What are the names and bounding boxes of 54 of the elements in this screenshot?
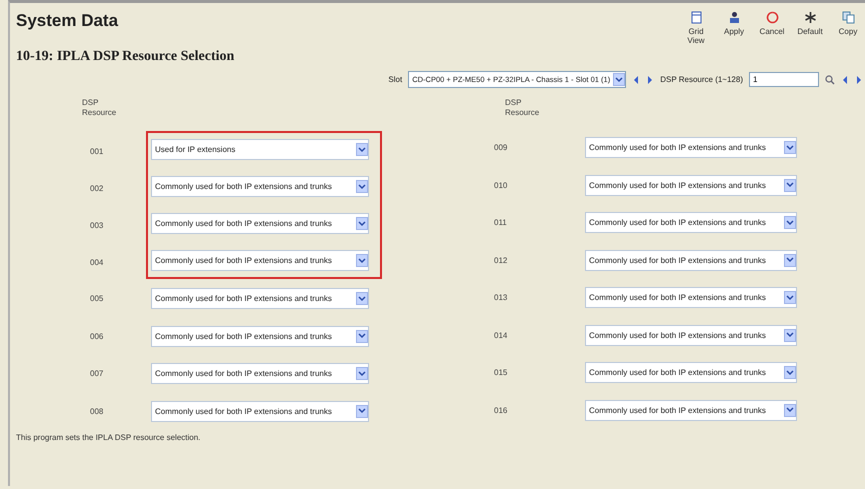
resource-label: DSP Resource (1~128): [660, 75, 743, 84]
resource-number: 014: [493, 330, 508, 340]
resource-number: 008: [89, 406, 104, 416]
resource-dropdown[interactable]: Commonly used for both IP extensions and trunks: [151, 288, 369, 309]
resource-number: 005: [89, 294, 104, 303]
resource-number: 013: [493, 293, 508, 302]
resource-number: 004: [90, 258, 104, 267]
asterisk-icon: [804, 11, 816, 24]
resource-dropdown[interactable]: Commonly used for both IP extensions and trunks: [585, 400, 797, 420]
search-icon[interactable]: [825, 74, 835, 84]
program-title: 10-19: IPLA DSP Resource Selection: [16, 49, 236, 65]
description-text: This program sets the IPLA DSP resource selection.: [16, 433, 202, 442]
stamp-icon: [728, 11, 740, 24]
resource-number: 016: [493, 406, 508, 414]
resource-dropdown[interactable]: Commonly used for both IP extensions and trunks: [151, 250, 369, 271]
column-header: DSP Resource: [504, 98, 540, 120]
slot-label: Slot: [388, 75, 402, 84]
resource-number: 011: [493, 218, 508, 227]
toolbar-button[interactable]: Cancel: [755, 11, 789, 45]
resource-number: 007: [89, 369, 104, 378]
next-arrow-icon[interactable]: [855, 74, 863, 84]
resource-dropdown[interactable]: Commonly used for both IP extensions and trunks: [151, 176, 369, 197]
resource-dropdown[interactable]: Commonly used for both IP extensions and trunks: [151, 400, 369, 422]
resource-number: 001: [90, 147, 104, 156]
resource-dropdown[interactable]: Commonly used for both IP extensions and trunks: [151, 326, 369, 346]
toolbar-button[interactable]: Grid View: [679, 11, 713, 45]
column-header: DSP Resource: [81, 98, 118, 120]
resource-field[interactable]: 1: [749, 72, 819, 87]
page-title: System Data: [16, 11, 118, 31]
resource-dropdown[interactable]: Commonly used for both IP extensions and trunks: [585, 137, 797, 158]
next-arrow-icon[interactable]: [646, 74, 654, 84]
resource-number: 012: [493, 256, 508, 264]
resource-dropdown[interactable]: Commonly used for both IP extensions and trunks: [585, 362, 797, 383]
toolbar-button[interactable]: Apply: [717, 11, 751, 45]
previous-arrow-icon[interactable]: [841, 74, 849, 84]
resource-dropdown[interactable]: Used for IP extensions: [151, 139, 369, 160]
copy-icon: [842, 11, 854, 24]
resource-dropdown[interactable]: Commonly used for both IP extensions and trunks: [151, 363, 369, 384]
resource-number: 010: [493, 180, 508, 190]
resource-number: 003: [90, 221, 104, 230]
resource-number: 009: [493, 143, 508, 152]
resource-number: 006: [89, 332, 104, 340]
resource-dropdown[interactable]: Commonly used for both IP extensions and trunks: [585, 174, 797, 196]
resource-dropdown[interactable]: Commonly used for both IP extensions and trunks: [585, 212, 797, 233]
grid-icon: [690, 11, 702, 24]
resource-number: 002: [90, 184, 104, 193]
toolbar-button[interactable]: Copy: [831, 11, 865, 45]
toolbar-button[interactable]: Default: [793, 11, 827, 45]
resource-dropdown[interactable]: Commonly used for both IP extensions and trunks: [585, 287, 797, 308]
resource-dropdown[interactable]: Commonly used for both IP extensions and trunks: [585, 324, 797, 346]
previous-arrow-icon[interactable]: [632, 74, 640, 84]
resource-dropdown[interactable]: Commonly used for both IP extensions and trunks: [585, 250, 797, 270]
resource-number: 015: [493, 368, 508, 377]
resource-dropdown[interactable]: Commonly used for both IP extensions and trunks: [151, 213, 369, 234]
